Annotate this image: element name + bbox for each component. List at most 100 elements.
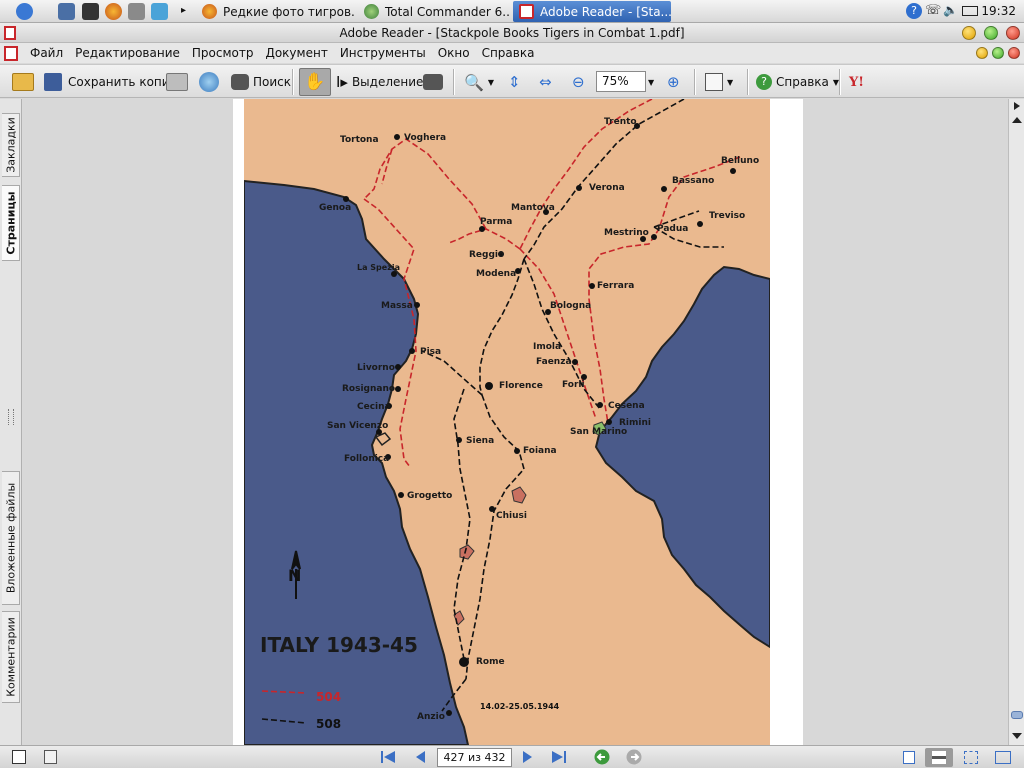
city-label: Treviso: [709, 211, 745, 221]
city-label: La Spezia: [357, 263, 400, 272]
task-adobe-reader[interactable]: Adobe Reader - [Sta...: [513, 1, 671, 22]
menu-edit[interactable]: Редактирование: [69, 46, 186, 60]
search-button[interactable]: Поиск: [231, 70, 291, 94]
city-label: Ferrara: [597, 281, 634, 291]
scroll-thumb[interactable]: [1011, 711, 1023, 719]
tab-comments[interactable]: Комментарии: [2, 611, 20, 703]
menu-help[interactable]: Справка: [476, 46, 541, 60]
task-firefox[interactable]: Редкие фото тигров...: [196, 1, 356, 22]
help-icon[interactable]: ?: [906, 3, 922, 19]
apple-menu-icon[interactable]: [16, 3, 33, 20]
email-button[interactable]: [199, 70, 219, 94]
city-label: Florence: [499, 381, 543, 391]
menu-tools[interactable]: Инструменты: [334, 46, 432, 60]
continuous-facing-view-button[interactable]: [988, 748, 1016, 767]
vertical-scrollbar[interactable]: [1008, 99, 1024, 745]
select-tool-button[interactable]: I▸ Выделение: [336, 70, 423, 94]
page-size-icon[interactable]: [12, 750, 26, 764]
menu-file[interactable]: Файл: [24, 46, 69, 60]
scroll-right-arrow-icon[interactable]: [1014, 102, 1020, 110]
battery-icon[interactable]: [962, 6, 978, 16]
tab-bookmarks[interactable]: Закладки: [2, 113, 20, 177]
go-back-button[interactable]: [594, 749, 610, 768]
firefox-icon: [202, 4, 217, 19]
go-forward-button[interactable]: [626, 749, 642, 768]
doc-minimize-button[interactable]: [976, 47, 988, 59]
toolbar: Сохранить копию Поиск ✋ I▸ Выделение 🔍 ▼…: [0, 64, 1024, 98]
menu-view[interactable]: Просмотр: [186, 46, 260, 60]
menu-document[interactable]: Документ: [259, 46, 333, 60]
city-marker: [485, 382, 493, 390]
panel-toggle-icon[interactable]: [44, 750, 57, 764]
tab-pages[interactable]: Страницы: [2, 185, 20, 261]
single-page-icon: [903, 751, 915, 764]
doc-close-button[interactable]: [1008, 47, 1020, 59]
print-button[interactable]: [166, 70, 188, 94]
city-label: San Marino: [570, 427, 627, 437]
dropdown-arrow-icon: ▼: [727, 77, 734, 87]
next-page-button[interactable]: [522, 750, 534, 767]
save-copy-button[interactable]: Сохранить копию: [44, 70, 180, 94]
pdf-page: N ITALY 1943-45 504 508 14.02-25.05.1944…: [233, 99, 803, 745]
save-disk-icon[interactable]: [82, 3, 99, 20]
close-button[interactable]: [1006, 26, 1020, 40]
city-label: Belluno: [721, 156, 759, 166]
task-total-commander[interactable]: Total Commander 6....: [358, 1, 510, 22]
open-folder-icon: [12, 73, 34, 91]
zoom-out-button[interactable]: ⊖: [572, 70, 585, 94]
menu-window[interactable]: Окно: [432, 46, 476, 60]
city-label: Pisa: [420, 347, 441, 357]
facing-view-button[interactable]: [957, 748, 985, 767]
tools-icon[interactable]: [128, 3, 145, 20]
yahoo-button[interactable]: Y!: [849, 70, 864, 94]
last-page-button[interactable]: [551, 750, 567, 767]
city-marker: [597, 402, 603, 408]
italy-map: N ITALY 1943-45 504 508 14.02-25.05.1944…: [244, 99, 770, 745]
tab-attachments[interactable]: Вложенные файлы: [2, 471, 20, 605]
phone-icon[interactable]: ☏: [925, 3, 941, 19]
city-marker: [446, 710, 452, 716]
previous-page-button[interactable]: [414, 750, 426, 767]
city-label: Mantova: [511, 203, 555, 213]
city-label: Livorno: [357, 363, 395, 373]
zoom-tool-button[interactable]: 🔍 ▼: [464, 70, 494, 94]
fit-width-button[interactable]: ⇔: [539, 70, 552, 94]
snapshot-button[interactable]: [423, 70, 443, 94]
city-marker: [395, 364, 401, 370]
media-player-icon[interactable]: [151, 3, 168, 20]
scroll-up-arrow-icon[interactable]: [1012, 117, 1022, 123]
city-label: Mestrino: [604, 228, 649, 238]
taskbar: ▸ Редкие фото тигров... Total Commander …: [0, 0, 1024, 23]
hand-tool-button[interactable]: ✋: [299, 68, 331, 96]
maximize-button[interactable]: [984, 26, 998, 40]
document-area[interactable]: N ITALY 1943-45 504 508 14.02-25.05.1944…: [23, 99, 1008, 745]
zoom-input[interactable]: 75%: [596, 71, 646, 92]
magnifier-icon: 🔍: [464, 72, 484, 92]
panel-grip[interactable]: [8, 409, 14, 425]
scroll-down-arrow-icon[interactable]: [1012, 733, 1022, 739]
zoom-in-button[interactable]: ⊕: [667, 70, 680, 94]
continuous-page-icon: [932, 751, 946, 764]
zoom-dropdown-button[interactable]: ▼: [648, 70, 654, 94]
minimize-button[interactable]: [962, 26, 976, 40]
continuous-view-button[interactable]: [925, 748, 953, 767]
city-marker: [395, 386, 401, 392]
open-button[interactable]: [12, 70, 34, 94]
city-label: Cecina: [357, 402, 391, 412]
doc-maximize-button[interactable]: [992, 47, 1004, 59]
single-page-view-button[interactable]: [896, 748, 924, 767]
firefox-icon[interactable]: [105, 3, 122, 20]
rotate-button[interactable]: ▼: [705, 70, 733, 94]
date-note: 14.02-25.05.1944: [480, 702, 560, 711]
first-page-button[interactable]: [380, 750, 396, 767]
last-page-icon: [552, 751, 566, 763]
binoculars-icon: [231, 74, 249, 90]
city-marker: [576, 185, 582, 191]
taskbar-chevron-icon[interactable]: ▸: [181, 5, 186, 16]
fit-page-button[interactable]: ⇕: [508, 70, 521, 94]
page-number-input[interactable]: 427 из 432: [437, 748, 512, 767]
desktop-icon[interactable]: [58, 3, 75, 20]
volume-icon[interactable]: 🔈: [943, 3, 959, 19]
help-button[interactable]: ? Справка ▼: [756, 70, 839, 94]
window-title-bar[interactable]: Adobe Reader - [Stackpole Books Tigers i…: [0, 23, 1024, 43]
